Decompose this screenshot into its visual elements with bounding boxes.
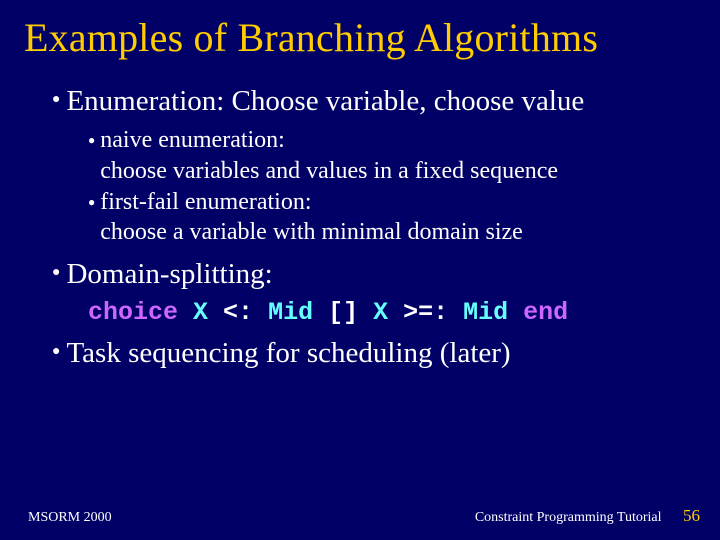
sub-bullet-firstfail-line2: choose a variable with minimal domain si… — [100, 219, 523, 245]
bullet-enumeration-text: Enumeration: Choose variable, choose val… — [66, 83, 584, 119]
sub-bullet-naive-line2: choose variables and values in a fixed s… — [100, 158, 558, 184]
code-op-lt: <: — [208, 298, 268, 327]
sub-bullet-naive: ● naive enumeration: choose variables an… — [88, 125, 696, 186]
bullet-domain-splitting: ● Domain-splitting: — [52, 256, 696, 292]
bullet-dot-icon: ● — [88, 196, 95, 208]
bullet-domain-splitting-text: Domain-splitting: — [66, 256, 272, 292]
code-space — [178, 298, 193, 327]
slide-title: Examples of Branching Algorithms — [24, 14, 696, 61]
code-keyword-end: end — [523, 298, 568, 327]
sub-bullet-naive-text: naive enumeration: choose variables and … — [100, 125, 558, 186]
code-var-mid1: Mid — [268, 298, 313, 327]
sub-bullet-firstfail-text: first-fail enumeration: choose a variabl… — [100, 187, 523, 248]
bullet-dot-icon: ● — [52, 266, 60, 280]
code-sep: [] — [313, 298, 373, 327]
code-choice-line: choice X <: Mid [] X >=: Mid end — [88, 298, 696, 327]
code-var-mid2: Mid — [463, 298, 508, 327]
footer-page-number: 56 — [683, 506, 700, 525]
sub-bullet-naive-line1: naive enumeration: — [100, 127, 285, 153]
footer-left: MSORM 2000 — [28, 510, 112, 526]
code-keyword-choice: choice — [88, 298, 178, 327]
slide-footer: MSORM 2000 Constraint Programming Tutori… — [0, 506, 720, 526]
bullet-task-sequencing: ● Task sequencing for scheduling (later) — [52, 335, 696, 371]
code-op-ge: >=: — [388, 298, 463, 327]
sub-bullets-enumeration: ● naive enumeration: choose variables an… — [88, 125, 696, 248]
bullet-enumeration: ● Enumeration: Choose variable, choose v… — [52, 83, 696, 119]
bullet-dot-icon: ● — [52, 93, 60, 107]
bullet-dot-icon: ● — [52, 345, 60, 359]
sub-bullet-firstfail: ● first-fail enumeration: choose a varia… — [88, 187, 696, 248]
bullet-dot-icon: ● — [88, 134, 95, 146]
bullet-task-sequencing-text: Task sequencing for scheduling (later) — [66, 335, 510, 371]
code-var-x1: X — [193, 298, 208, 327]
sub-bullet-firstfail-line1: first-fail enumeration: — [100, 189, 311, 215]
code-var-x2: X — [373, 298, 388, 327]
code-space2 — [508, 298, 523, 327]
slide: Examples of Branching Algorithms ● Enume… — [0, 0, 720, 540]
footer-right: Constraint Programming Tutorial — [475, 510, 662, 525]
